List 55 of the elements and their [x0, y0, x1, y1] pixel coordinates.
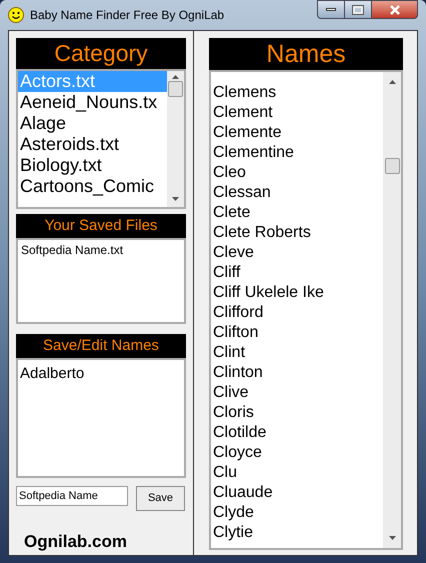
category-list[interactable]: Actors.txt Aeneid_Nouns.tx Alage Asteroids.txt Biology.txt Cartoons_Comic — [16, 69, 186, 209]
saved-files-list[interactable]: Softpedia Name.txt — [16, 238, 186, 324]
name-item[interactable]: Clemens — [213, 83, 383, 103]
name-item[interactable]: Clement — [213, 103, 383, 123]
panel-header: Category — [16, 38, 186, 69]
saved-file-item[interactable]: Softpedia Name.txt — [21, 243, 181, 258]
edit-text: Adalberto — [20, 365, 84, 382]
scrollbar[interactable] — [383, 72, 401, 548]
name-item[interactable]: Clu — [213, 463, 383, 483]
name-item[interactable]: Cloris — [213, 403, 383, 423]
scroll-up-icon[interactable] — [388, 80, 396, 84]
website-link[interactable]: Ognilab.com — [24, 529, 186, 554]
names-list[interactable]: Clemens Clement Clemente Clementine Cleo Clessan Clete Clete Roberts Cleve Cliff Cliff Ukelele Ike Clifford Clifton Clint Clinton Clive Cloris Clotilde Cloyce Clu Cluaude Clyde Clytie — [209, 70, 403, 550]
category-item[interactable]: Biology.txt — [18, 155, 167, 176]
name-item[interactable]: Clete Roberts — [213, 223, 383, 243]
save-button[interactable]: Save — [136, 486, 185, 511]
panel-header: Save/Edit Names — [16, 334, 186, 358]
category-item[interactable]: Cartoons_Comic — [18, 176, 167, 197]
name-item[interactable]: Clifton — [213, 323, 383, 343]
category-item[interactable]: Aeneid_Nouns.tx — [18, 92, 167, 113]
category-item[interactable]: Asteroids.txt — [18, 134, 167, 155]
category-item[interactable]: Alage — [18, 113, 167, 134]
name-item[interactable]: Clinton — [213, 363, 383, 383]
name-item[interactable]: Clotilde — [213, 423, 383, 443]
scroll-down-icon[interactable] — [388, 536, 396, 540]
panel-header: Your Saved Files — [16, 214, 186, 238]
scroll-up-icon[interactable] — [172, 75, 179, 79]
scroll-thumb[interactable] — [384, 158, 400, 174]
scrollbar[interactable] — [167, 71, 184, 207]
close-icon — [388, 4, 400, 14]
name-item[interactable]: Clive — [213, 383, 383, 403]
scroll-thumb[interactable] — [168, 81, 183, 97]
name-item[interactable]: Clifford — [213, 303, 383, 323]
name-item[interactable]: Clete — [213, 203, 383, 223]
name-item[interactable]: Clemente — [213, 123, 383, 143]
names-edit-box[interactable]: Adalberto — [16, 358, 186, 478]
name-item[interactable]: Cleve — [213, 243, 383, 263]
name-item[interactable]: Clementine — [213, 143, 383, 163]
maximize-button[interactable] — [345, 0, 372, 19]
smiley-icon — [8, 7, 24, 23]
name-item[interactable]: Cluaude — [213, 483, 383, 503]
panel-header: Names — [209, 38, 403, 70]
close-button[interactable] — [372, 0, 418, 19]
name-item[interactable]: Clint — [213, 343, 383, 363]
name-item[interactable]: Clessan — [213, 183, 383, 203]
name-item[interactable]: Cliff Ukelele Ike — [213, 283, 383, 303]
window-title: Baby Name Finder Free By OgniLab — [30, 7, 224, 24]
scroll-down-icon[interactable] — [172, 197, 179, 201]
name-item[interactable]: Cliff — [213, 263, 383, 283]
minimize-button[interactable] — [317, 0, 345, 19]
name-item[interactable]: Cleo — [213, 163, 383, 183]
name-item[interactable]: Clytie — [213, 523, 383, 543]
file-name-field[interactable]: Softpedia Name — [16, 486, 128, 506]
name-item[interactable]: Cloyce — [213, 443, 383, 463]
name-item[interactable]: Clyde — [213, 503, 383, 523]
